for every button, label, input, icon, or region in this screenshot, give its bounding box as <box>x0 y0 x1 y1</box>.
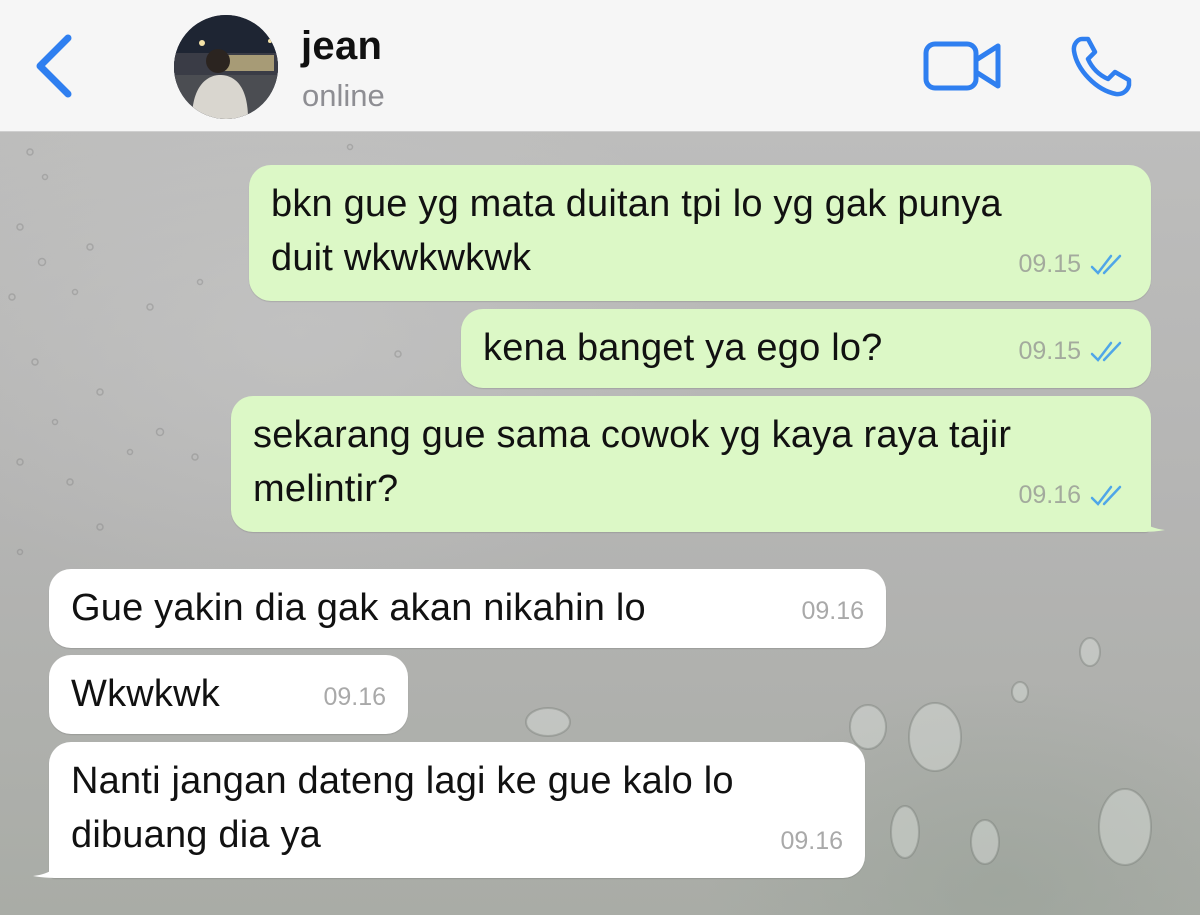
message-meta: 09.16 <box>1018 468 1129 522</box>
contact-name[interactable]: jean <box>301 24 382 69</box>
message-bubble-outgoing[interactable]: sekarang gue sama cowok yg kaya raya taj… <box>231 396 1165 532</box>
message-text: bkn gue yg mata duitan tpi lo yg gak pun… <box>271 183 1002 279</box>
bubble-tail <box>33 852 63 878</box>
message-bubble-incoming[interactable]: Nanti jangan dateng lagi ke gue kalo lo … <box>33 742 865 878</box>
message-text: Nanti jangan dateng lagi ke gue kalo lo … <box>71 760 734 856</box>
voice-call-button[interactable] <box>1068 34 1134 100</box>
message-time: 09.16 <box>780 827 843 855</box>
message-meta: 09.16 <box>780 814 843 868</box>
message-meta: 09.16 <box>323 670 386 724</box>
message-text: sekarang gue sama cowok yg kaya raya taj… <box>253 414 1012 510</box>
message-meta: 09.15 <box>1018 237 1129 291</box>
message-time: 09.16 <box>801 597 864 625</box>
message-text: Gue yakin dia gak akan nikahin lo <box>71 587 646 629</box>
bubble-tail <box>1135 506 1165 532</box>
read-ticks-icon <box>1090 254 1122 275</box>
avatar-photo <box>174 15 278 119</box>
chevron-left-icon <box>36 34 72 98</box>
read-ticks-icon <box>1090 341 1122 362</box>
message-time: 09.16 <box>1018 481 1081 509</box>
read-ticks-icon <box>1090 485 1122 506</box>
message-time: 09.16 <box>323 683 386 711</box>
message-bubble-incoming[interactable]: Wkwkwk 09.16 <box>49 655 408 734</box>
chat-header: jean online <box>0 0 1200 132</box>
avatar[interactable] <box>174 15 278 119</box>
contact-status: online <box>302 78 385 113</box>
video-camera-icon <box>923 41 1001 91</box>
message-time: 09.15 <box>1018 250 1081 278</box>
back-button[interactable] <box>28 30 88 102</box>
chat-screen: jean online bkn gue yg mata duitan tpi l… <box>0 0 1200 915</box>
message-meta: 09.16 <box>801 584 864 638</box>
message-bubble-outgoing[interactable]: kena banget ya ego lo? 09.15 <box>461 309 1151 388</box>
message-time: 09.15 <box>1018 337 1081 365</box>
message-meta: 09.15 <box>1018 324 1129 378</box>
phone-icon <box>1071 36 1132 97</box>
video-call-button[interactable] <box>922 38 1002 94</box>
message-bubble-incoming[interactable]: Gue yakin dia gak akan nikahin lo 09.16 <box>49 569 886 648</box>
message-bubble-outgoing[interactable]: bkn gue yg mata duitan tpi lo yg gak pun… <box>249 165 1151 301</box>
